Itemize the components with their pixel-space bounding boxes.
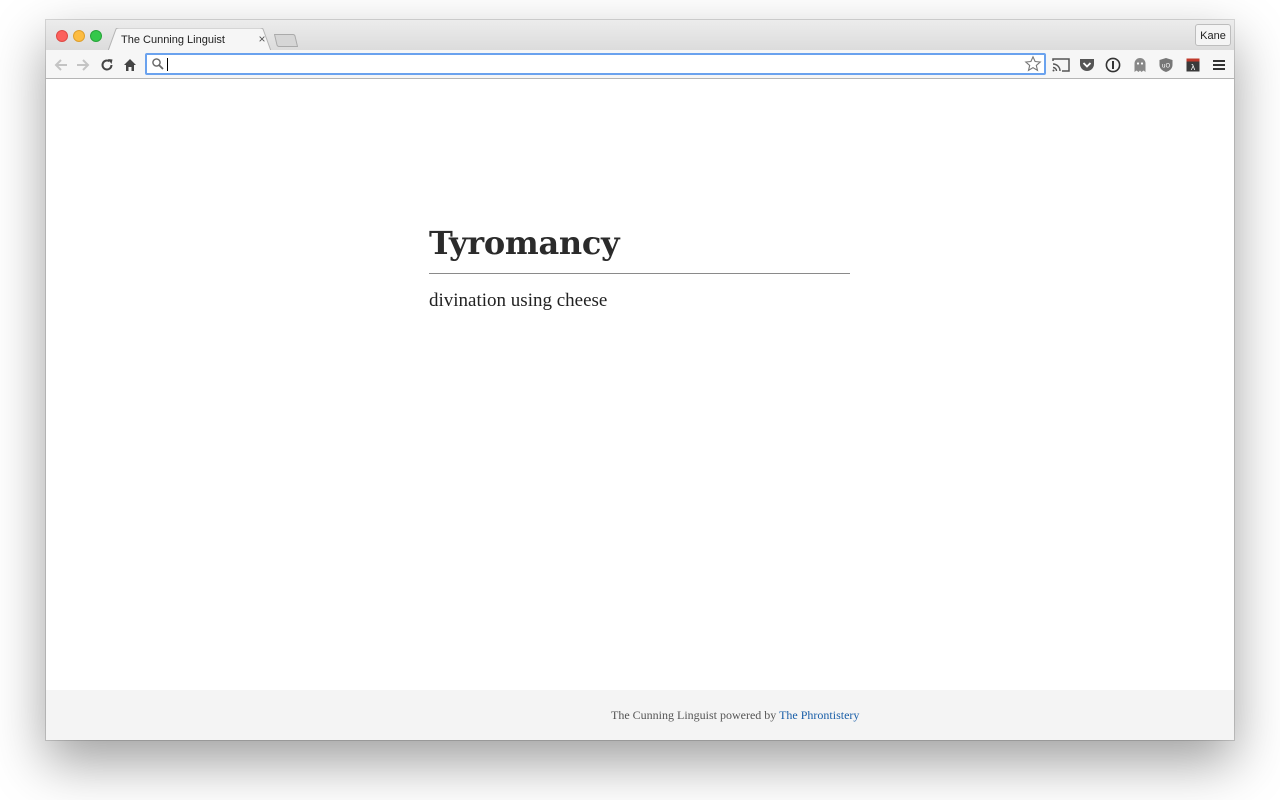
window-maximize-button[interactable] (90, 30, 102, 42)
address-input[interactable] (167, 56, 1017, 72)
reload-icon[interactable] (98, 56, 116, 74)
ublock-icon[interactable]: uO (1157, 56, 1175, 74)
word-entry: Tyromancy divination using cheese (429, 219, 850, 312)
browser-toolbar: uO λ (46, 50, 1234, 79)
ghostery-icon[interactable] (1131, 56, 1149, 74)
svg-text:uO: uO (1162, 63, 1171, 70)
back-icon[interactable] (52, 56, 70, 74)
forward-icon[interactable] (74, 56, 92, 74)
page-footer: The Cunning Linguist powered by The Phro… (46, 690, 1234, 740)
page-content: Tyromancy divination using cheese (46, 79, 1234, 690)
tab-close-icon[interactable]: × (255, 32, 269, 46)
phrontistery-link[interactable]: The Phrontistery (779, 708, 859, 722)
footer-prefix: The Cunning Linguist powered by (611, 708, 780, 722)
word-definition: divination using cheese (429, 290, 608, 311)
tab-title: The Cunning Linguist (121, 34, 225, 46)
address-bar[interactable] (145, 53, 1046, 75)
pocket-icon[interactable] (1078, 56, 1096, 74)
bookmark-star-icon[interactable] (1024, 55, 1042, 73)
window-minimize-button[interactable] (73, 30, 85, 42)
extension-icon[interactable]: λ (1184, 56, 1202, 74)
footer-text: The Cunning Linguist powered by The Phro… (611, 708, 859, 723)
text-caret (167, 58, 168, 71)
title-divider (429, 273, 850, 274)
svg-text:λ: λ (1191, 63, 1196, 72)
profile-button[interactable]: Kane (1195, 24, 1231, 46)
1password-icon[interactable] (1104, 56, 1122, 74)
tab-strip: The Cunning Linguist × Kane (46, 20, 1234, 51)
cast-icon[interactable] (1052, 56, 1070, 74)
word-title: Tyromancy (429, 224, 620, 262)
menu-icon[interactable] (1210, 56, 1228, 74)
browser-window: The Cunning Linguist × Kane uO λ Tyroman… (46, 20, 1234, 740)
search-icon (152, 58, 164, 70)
new-tab-button[interactable] (274, 34, 298, 47)
window-close-button[interactable] (56, 30, 68, 42)
home-icon[interactable] (121, 56, 139, 74)
